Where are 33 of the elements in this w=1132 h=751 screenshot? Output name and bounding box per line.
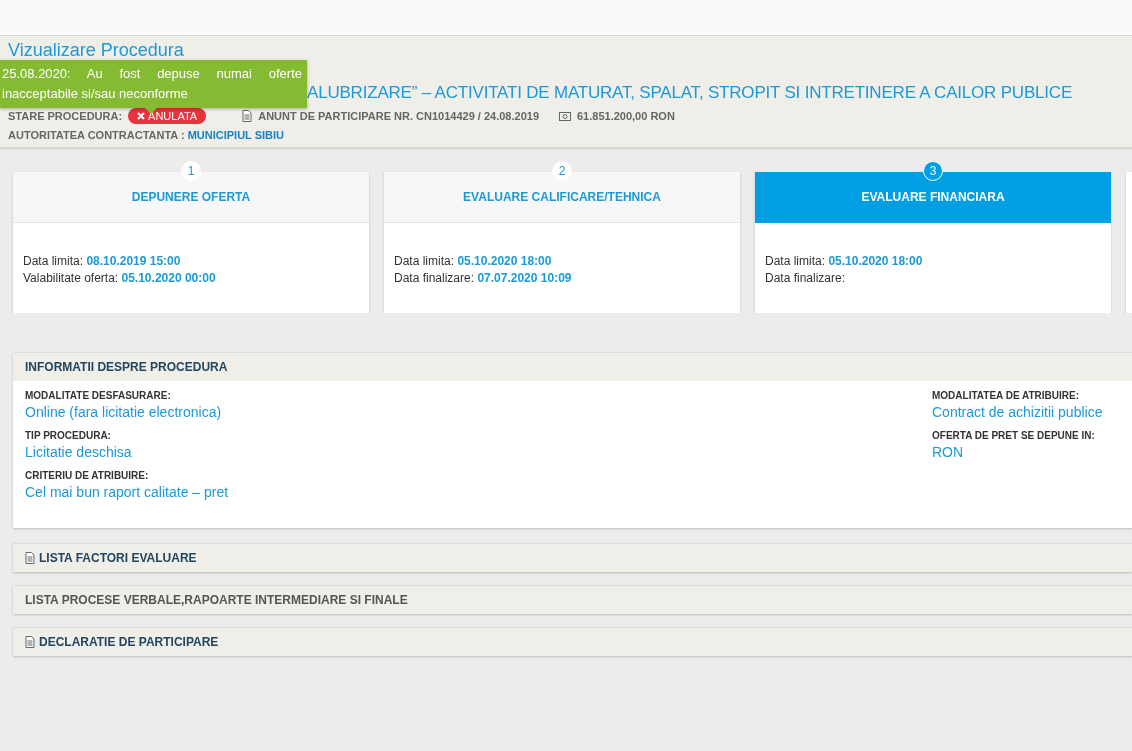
document-icon: [25, 636, 35, 648]
field-label: OFERTA DE PRET SE DEPUNE IN:: [932, 430, 1096, 441]
field-label: TIP PROCEDURA:: [25, 430, 112, 441]
step-detail: Data limita: 08.10.2019 15:00: [23, 253, 182, 270]
estimated-value: 61.851.200,00 RON: [577, 110, 675, 122]
status-label: STARE PROCEDURA:: [8, 110, 123, 122]
page-title: Vizualizare Procedura: [8, 40, 184, 60]
field-label: MODALITATEA DE ATRIBUIRE:: [932, 390, 1081, 401]
step-detail: Data finalizare:: [765, 270, 847, 287]
panel-title: INFORMATII DESPRE PROCEDURA: [13, 352, 1132, 381]
notice-number: ANUNT DE PARTICIPARE NR. CN1014429 / 24.08.2019: [258, 110, 539, 122]
section-header[interactable]: LISTA FACTORI EVALUARE: [13, 543, 1132, 572]
field-value: Contract de achizitii publice: [932, 404, 1104, 420]
field-value: Online (fara licitatie electronica): [25, 404, 223, 420]
field-value: RON: [932, 444, 965, 460]
tooltip: 25.08.2020: Au fost depuse numai oferte inacceptabile si/sau neconforme: [0, 60, 307, 108]
authority-link[interactable]: MUNICIPIUL SIBIU: [187, 129, 284, 141]
authority-label: AUTORITATEA CONTRACTANTA :: [8, 129, 186, 141]
step-detail: Valabilitate oferta: 05.10.2020 00:00: [23, 270, 217, 287]
tooltip-arrow: [145, 108, 157, 114]
step-detail: Data finalizare: 07.07.2020 10:09: [394, 270, 573, 287]
step-detail: Data limita: 05.10.2020 18:00: [765, 253, 924, 270]
document-icon: [25, 552, 35, 564]
procedure-headline: ALUBRIZARE” – ACTIVITATI DE MATURAT, SPALAT, STROPIT SI INTRETINERE A CAILOR PUBLICE: [307, 82, 1073, 104]
section-header[interactable]: DECLARATIE DE PARTICIPARE: [13, 627, 1132, 656]
field-value: Cel mai bun raport calitate – pret: [25, 484, 230, 500]
money-icon: [559, 111, 571, 121]
field-value: Licitatie deschisa: [25, 444, 133, 460]
status-badge: ANULATA: [128, 108, 207, 124]
field-label: MODALITATE DESFASURARE:: [25, 390, 172, 401]
document-icon: [242, 110, 253, 122]
field-label: CRITERIU DE ATRIBUIRE:: [25, 470, 150, 481]
step-detail: Data limita: 05.10.2020 18:00: [394, 253, 553, 270]
